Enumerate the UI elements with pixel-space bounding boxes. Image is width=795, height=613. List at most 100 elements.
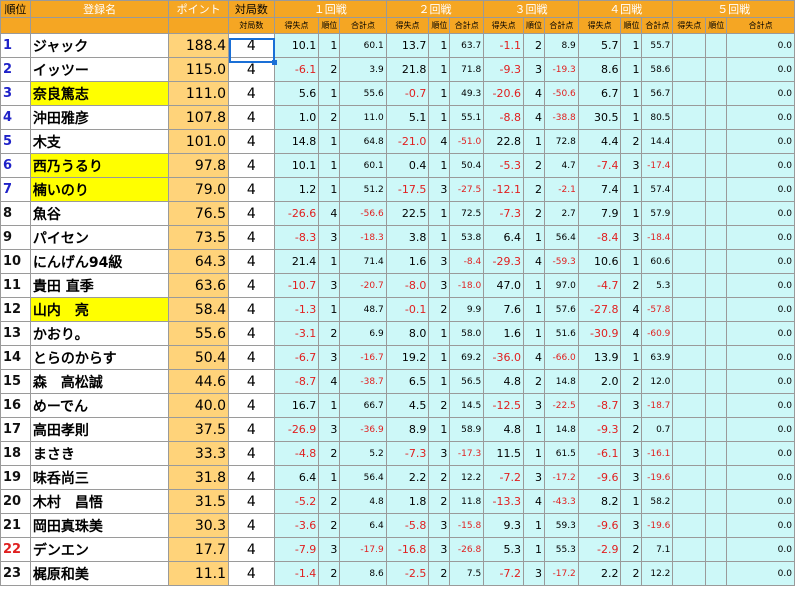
round-4-score-cell[interactable]: 2.0 — [577, 369, 622, 394]
round-3-rank-cell[interactable]: 2 — [522, 153, 545, 178]
round-2-total-cell[interactable]: 12.2 — [449, 465, 485, 490]
round-1-score-cell[interactable]: -5.2 — [273, 489, 320, 514]
round-2-total-cell[interactable]: 58.0 — [449, 321, 485, 346]
round-1-total-cell[interactable]: 55.6 — [339, 81, 387, 106]
round-4-rank-cell[interactable]: 1 — [620, 33, 643, 58]
round-1-total-cell[interactable]: 6.4 — [339, 513, 387, 538]
round-5-total-cell[interactable]: 0.0 — [726, 81, 795, 106]
player-name-cell[interactable]: 木支 — [29, 129, 170, 154]
round-1-score-cell[interactable]: 10.1 — [273, 153, 320, 178]
points-cell[interactable]: 97.8 — [168, 153, 229, 178]
rank-cell[interactable]: 2 — [0, 57, 31, 82]
round-1-score-cell[interactable]: -6.7 — [273, 345, 320, 370]
round-4-score-cell[interactable]: 8.6 — [577, 57, 622, 82]
rank-cell[interactable]: 5 — [0, 129, 31, 154]
round-3-score-cell[interactable]: 5.3 — [483, 537, 524, 562]
header-r5-total[interactable]: 合計点 — [726, 17, 795, 34]
player-name-cell[interactable]: 貴田 直季 — [29, 273, 170, 298]
round-4-total-cell[interactable]: 5.3 — [641, 273, 674, 298]
round-5-total-cell[interactable]: 0.0 — [726, 489, 795, 514]
header-r2-score[interactable]: 得失点 — [385, 17, 430, 34]
round-3-total-cell[interactable]: 51.6 — [543, 321, 579, 346]
rank-cell[interactable]: 8 — [0, 201, 31, 226]
round-1-rank-cell[interactable]: 1 — [318, 297, 341, 322]
round-3-score-cell[interactable]: 4.8 — [483, 369, 524, 394]
round-3-score-cell[interactable]: 11.5 — [483, 441, 524, 466]
round-2-rank-cell[interactable]: 3 — [428, 513, 451, 538]
round-4-score-cell[interactable]: -9.6 — [577, 513, 622, 538]
round-4-total-cell[interactable]: -17.4 — [641, 153, 674, 178]
round-4-score-cell[interactable]: -7.4 — [577, 153, 622, 178]
player-name-cell[interactable]: とらのからす — [29, 345, 170, 370]
games-count-cell[interactable]: 4 — [227, 81, 275, 106]
round-4-rank-cell[interactable]: 1 — [620, 57, 643, 82]
points-cell[interactable]: 50.4 — [168, 345, 229, 370]
rank-cell[interactable]: 12 — [0, 297, 31, 322]
round-3-score-cell[interactable]: 4.8 — [483, 417, 524, 442]
round-1-score-cell[interactable]: -1.4 — [273, 561, 320, 586]
round-2-rank-cell[interactable]: 2 — [428, 489, 451, 514]
round-4-total-cell[interactable]: 14.4 — [641, 129, 674, 154]
round-2-total-cell[interactable]: 11.8 — [449, 489, 485, 514]
round-3-total-cell[interactable]: 59.3 — [543, 513, 579, 538]
round-5-rank-cell[interactable] — [705, 513, 728, 538]
round-2-total-cell[interactable]: 7.5 — [449, 561, 485, 586]
round-5-score-cell[interactable] — [672, 33, 707, 58]
round-3-total-cell[interactable]: -17.2 — [543, 465, 579, 490]
round-1-rank-cell[interactable]: 1 — [318, 465, 341, 490]
round-4-score-cell[interactable]: 6.7 — [577, 81, 622, 106]
round-1-rank-cell[interactable]: 1 — [318, 129, 341, 154]
round-4-total-cell[interactable]: 58.6 — [641, 57, 674, 82]
games-count-cell[interactable]: 4 — [227, 57, 275, 82]
round-5-total-cell[interactable]: 0.0 — [726, 441, 795, 466]
header-r4-score[interactable]: 得失点 — [577, 17, 622, 34]
games-count-cell[interactable]: 4 — [227, 441, 275, 466]
round-2-score-cell[interactable]: -16.8 — [385, 537, 430, 562]
points-cell[interactable]: 188.4 — [168, 33, 229, 58]
rank-cell[interactable]: 21 — [0, 513, 31, 538]
round-3-score-cell[interactable]: 47.0 — [483, 273, 524, 298]
rank-cell[interactable]: 9 — [0, 225, 31, 250]
header-r3-rank[interactable]: 順位 — [522, 17, 545, 34]
round-5-score-cell[interactable] — [672, 273, 707, 298]
round-2-score-cell[interactable]: 21.8 — [385, 57, 430, 82]
round-3-score-cell[interactable]: 9.3 — [483, 513, 524, 538]
player-name-cell[interactable]: デンエン — [29, 537, 170, 562]
round-4-score-cell[interactable]: 7.9 — [577, 201, 622, 226]
points-cell[interactable]: 11.1 — [168, 561, 229, 586]
round-1-score-cell[interactable]: 16.7 — [273, 393, 320, 418]
round-4-total-cell[interactable]: 55.7 — [641, 33, 674, 58]
round-3-rank-cell[interactable]: 2 — [522, 33, 545, 58]
player-name-cell[interactable]: ジャック — [29, 33, 170, 58]
player-name-cell[interactable]: にんげん94級 — [29, 249, 170, 274]
round-4-rank-cell[interactable]: 3 — [620, 225, 643, 250]
round-4-rank-cell[interactable]: 2 — [620, 129, 643, 154]
player-name-cell[interactable]: かおり。 — [29, 321, 170, 346]
header-points-sub[interactable] — [168, 17, 229, 34]
round-3-rank-cell[interactable]: 4 — [522, 489, 545, 514]
round-3-score-cell[interactable]: -29.3 — [483, 249, 524, 274]
games-count-cell[interactable]: 4 — [227, 273, 275, 298]
round-5-score-cell[interactable] — [672, 57, 707, 82]
round-5-total-cell[interactable]: 0.0 — [726, 537, 795, 562]
round-4-rank-cell[interactable]: 3 — [620, 441, 643, 466]
games-count-cell[interactable]: 4 — [227, 177, 275, 202]
round-4-score-cell[interactable]: -4.7 — [577, 273, 622, 298]
header-round-1[interactable]: １回戦 — [273, 0, 387, 18]
round-4-total-cell[interactable]: -60.9 — [641, 321, 674, 346]
header-r3-score[interactable]: 得失点 — [483, 17, 524, 34]
round-4-rank-cell[interactable]: 1 — [620, 105, 643, 130]
round-3-score-cell[interactable]: -9.3 — [483, 57, 524, 82]
round-1-total-cell[interactable]: 8.6 — [339, 561, 387, 586]
round-1-rank-cell[interactable]: 4 — [318, 369, 341, 394]
round-3-score-cell[interactable]: 22.8 — [483, 129, 524, 154]
round-3-rank-cell[interactable]: 1 — [522, 441, 545, 466]
rank-cell[interactable]: 11 — [0, 273, 31, 298]
player-name-cell[interactable]: 西乃うるり — [29, 153, 170, 178]
round-2-total-cell[interactable]: 55.1 — [449, 105, 485, 130]
round-4-score-cell[interactable]: 2.2 — [577, 561, 622, 586]
round-4-score-cell[interactable]: -9.6 — [577, 465, 622, 490]
round-2-rank-cell[interactable]: 4 — [428, 129, 451, 154]
round-2-score-cell[interactable]: -7.3 — [385, 441, 430, 466]
round-3-rank-cell[interactable]: 3 — [522, 561, 545, 586]
